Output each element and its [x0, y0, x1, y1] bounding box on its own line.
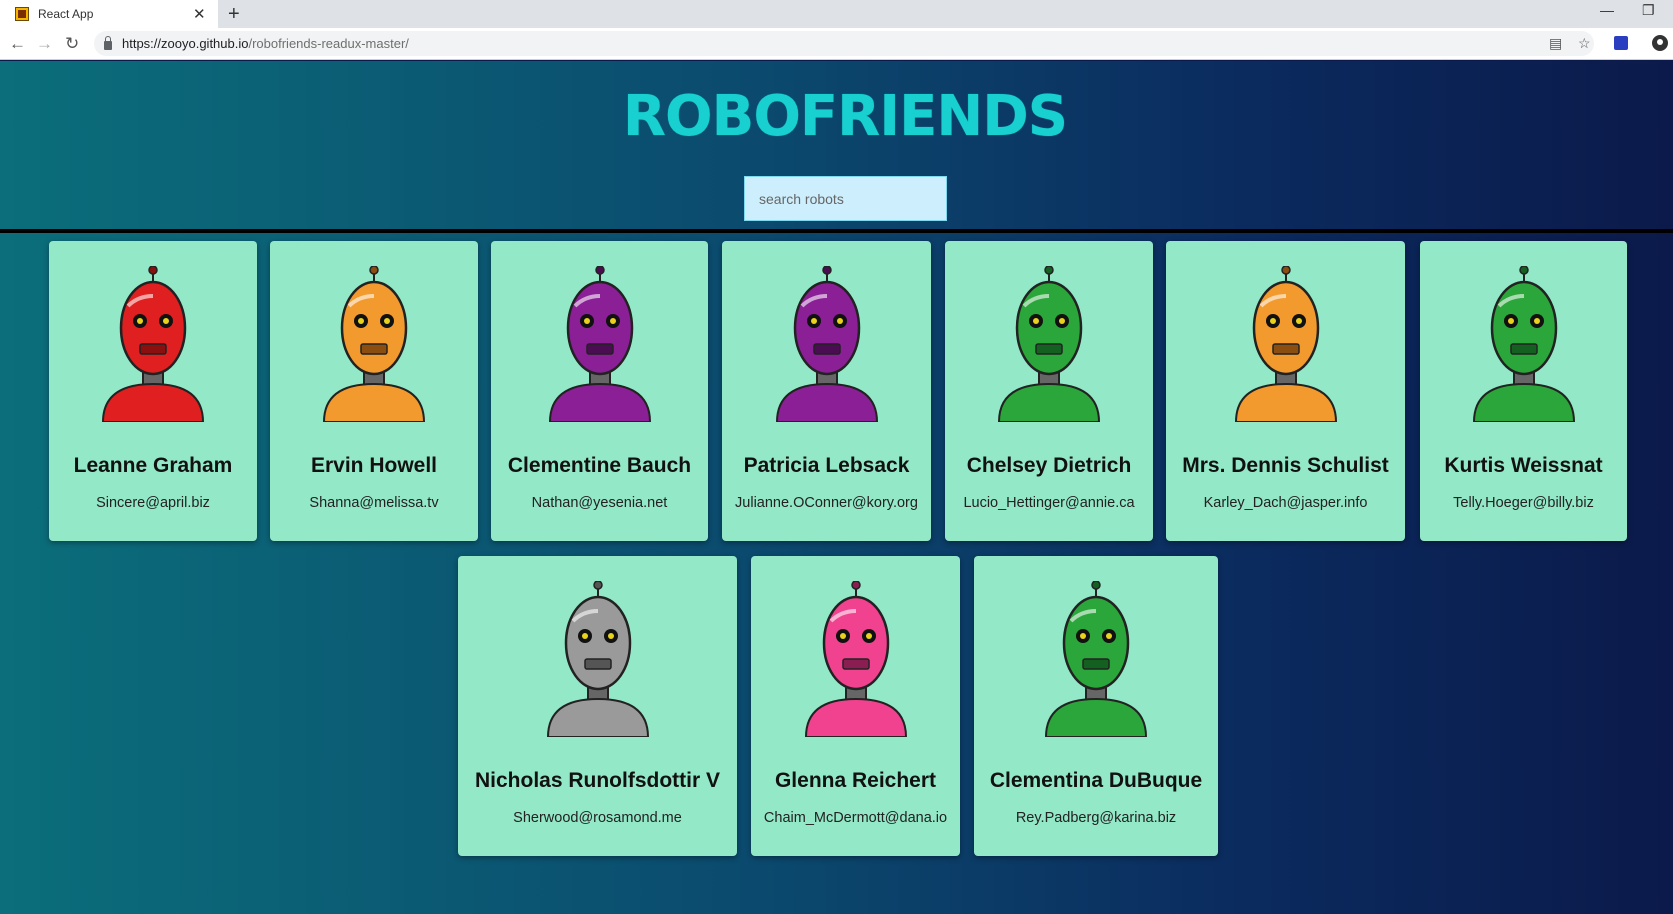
robot-card[interactable]: Leanne Graham Sincere@april.biz — [49, 241, 257, 541]
robot-card[interactable]: Chelsey Dietrich Lucio_Hettinger@annie.c… — [945, 241, 1153, 541]
robot-name: Clementina DuBuque — [989, 769, 1203, 792]
header-divider — [0, 229, 1673, 233]
search-input[interactable] — [744, 176, 947, 221]
minimize-icon[interactable]: — — [1600, 2, 1614, 18]
robot-email: Telly.Hoeger@billy.biz — [1453, 495, 1594, 511]
robot-name: Mrs. Dennis Schulist — [1182, 454, 1389, 477]
robot-card[interactable]: Ervin Howell Shanna@melissa.tv — [270, 241, 478, 541]
lock-icon — [104, 36, 112, 50]
tab-title: React App — [38, 7, 94, 21]
restore-icon[interactable]: ❐ — [1642, 2, 1655, 19]
robot-image — [270, 266, 478, 422]
robot-icon — [1472, 266, 1575, 422]
robot-image — [945, 266, 1153, 422]
bookmark-star-icon[interactable]: ☆ — [1578, 35, 1591, 52]
robot-icon — [997, 266, 1101, 422]
robot-icon — [101, 266, 205, 422]
page-title: ROBOFRIENDS — [622, 84, 1068, 149]
robot-image — [49, 266, 257, 422]
url-host: https://zooyo.github.io — [122, 36, 249, 51]
robot-icon — [804, 581, 907, 737]
robot-image — [458, 581, 737, 737]
address-bar[interactable]: https://zooyo.github.io /robofriends-rea… — [94, 31, 1594, 56]
new-tab-icon[interactable]: + — [228, 3, 240, 25]
robot-email: Shanna@melissa.tv — [309, 495, 439, 511]
robot-image — [1420, 266, 1627, 422]
robot-icon — [1044, 581, 1148, 737]
robot-name: Glenna Reichert — [774, 769, 937, 792]
robot-name: Ervin Howell — [310, 454, 438, 477]
browser-tab-bar: React App ✕ + — ❐ — [0, 0, 1673, 28]
robot-icon — [775, 266, 878, 422]
robot-name: Clementine Bauch — [507, 454, 692, 477]
extension-icon[interactable] — [1614, 36, 1628, 50]
robot-card[interactable]: Patricia Lebsack Julianne.OConner@kory.o… — [722, 241, 931, 541]
robot-email: Nathan@yesenia.net — [531, 495, 668, 511]
robot-email: Chaim_McDermott@dana.io — [763, 810, 948, 826]
robot-image — [722, 266, 931, 422]
robofriends-page: ROBOFRIENDS Leanne Graham Sincere@april.… — [0, 61, 1673, 914]
robot-name: Chelsey Dietrich — [966, 454, 1132, 477]
robot-card[interactable]: Nicholas Runolfsdottir V Sherwood@rosamo… — [458, 556, 737, 856]
robot-icon — [548, 266, 651, 422]
back-icon[interactable]: ← — [9, 33, 26, 55]
robot-card[interactable]: Clementina DuBuque Rey.Padberg@karina.bi… — [974, 556, 1218, 856]
robot-image — [1166, 266, 1405, 422]
forward-icon[interactable]: → — [36, 33, 53, 55]
robot-email: Lucio_Hettinger@annie.ca — [963, 495, 1135, 511]
robot-email: Sincere@april.biz — [96, 495, 210, 511]
browser-toolbar: ← → ↻ https://zooyo.github.io /robofrien… — [0, 28, 1673, 60]
browser-tab[interactable]: React App ✕ — [0, 0, 218, 28]
robot-image — [491, 266, 708, 422]
robot-icon — [1234, 266, 1337, 422]
robot-icon — [546, 581, 649, 737]
url-path: /robofriends-readux-master/ — [248, 36, 409, 51]
translate-icon[interactable]: ▤ — [1549, 35, 1562, 52]
robot-card[interactable]: Mrs. Dennis Schulist Karley_Dach@jasper.… — [1166, 241, 1405, 541]
robot-card[interactable]: Kurtis Weissnat Telly.Hoeger@billy.biz — [1420, 241, 1627, 541]
robot-email: Karley_Dach@jasper.info — [1203, 495, 1368, 511]
robot-email: Rey.Padberg@karina.biz — [1015, 810, 1177, 826]
robot-name: Leanne Graham — [73, 454, 233, 477]
react-favicon-icon — [15, 7, 29, 21]
robot-image — [751, 581, 960, 737]
robot-image — [974, 581, 1218, 737]
robot-card[interactable]: Glenna Reichert Chaim_McDermott@dana.io — [751, 556, 960, 856]
robot-name: Patricia Lebsack — [743, 454, 910, 477]
robot-name: Kurtis Weissnat — [1444, 454, 1603, 477]
tab-close-icon[interactable]: ✕ — [193, 7, 206, 22]
robot-email: Julianne.OConner@kory.org — [735, 495, 918, 511]
robot-name: Nicholas Runolfsdottir V — [474, 769, 720, 792]
robot-card[interactable]: Clementine Bauch Nathan@yesenia.net — [491, 241, 708, 541]
robot-email: Sherwood@rosamond.me — [513, 810, 682, 826]
reload-icon[interactable]: ↻ — [65, 33, 79, 55]
profile-icon[interactable] — [1652, 35, 1668, 51]
robot-icon — [322, 266, 426, 422]
